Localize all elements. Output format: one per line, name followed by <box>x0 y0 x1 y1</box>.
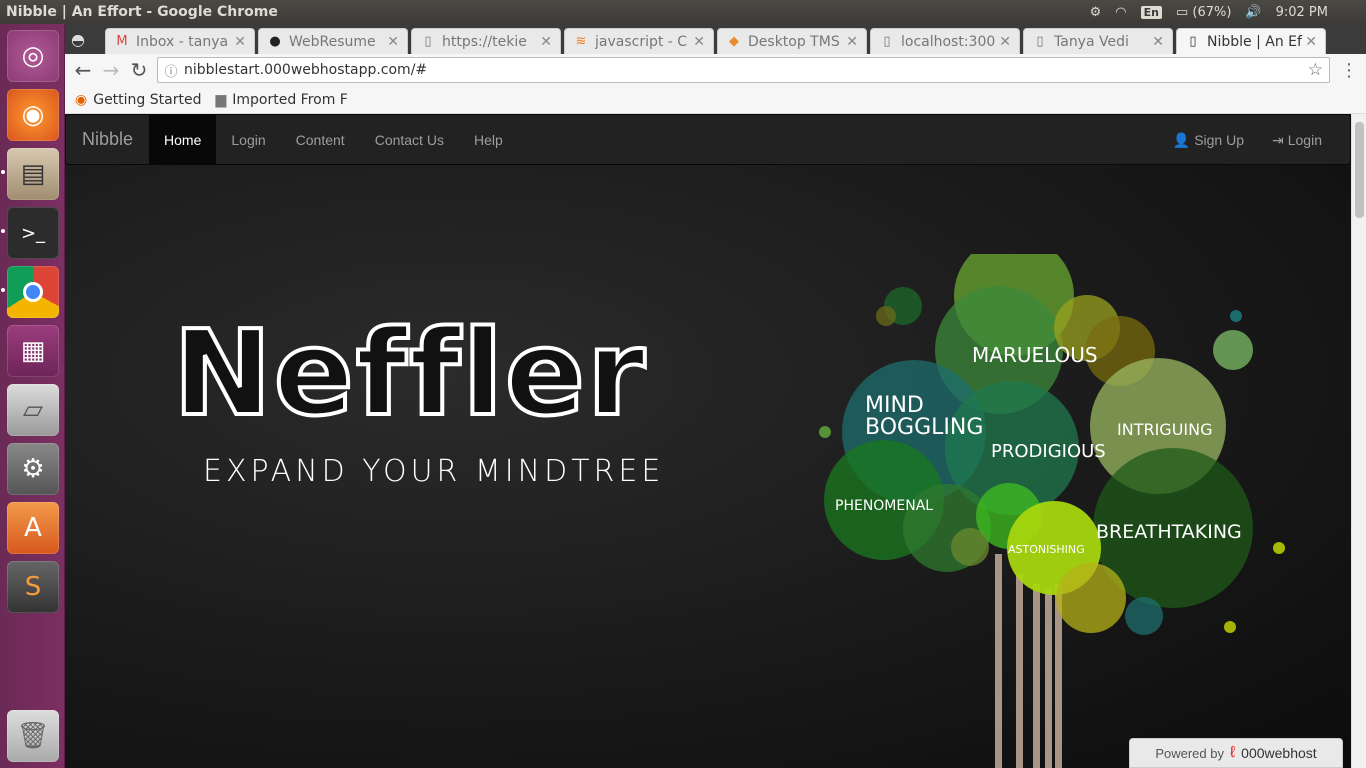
nav-content[interactable]: Content <box>281 115 360 165</box>
close-icon[interactable]: ✕ <box>234 34 246 50</box>
word-intriguing: INTRIGUING <box>1117 420 1213 439</box>
hero-title: Neffler <box>171 304 648 442</box>
close-icon[interactable]: ✕ <box>693 34 705 50</box>
nav-login[interactable]: Login <box>216 115 280 165</box>
clock[interactable]: 9:02 PM <box>1276 5 1328 20</box>
bookmark-star-icon[interactable]: ☆ <box>1308 60 1323 80</box>
chrome-menu-icon[interactable]: ⋮ <box>1340 60 1358 81</box>
running-indicator <box>1 288 5 292</box>
running-indicator <box>1 229 5 233</box>
powered-by-badge[interactable]: Powered by ℓ 000webhost <box>1129 738 1343 768</box>
scrollbar-thumb[interactable] <box>1355 122 1364 218</box>
address-bar[interactable]: ⓘ nibblestart.000webhostapp.com/# ☆ <box>157 57 1330 83</box>
github-icon: ● <box>269 34 281 49</box>
gmail-icon: M <box>116 34 128 49</box>
login-link[interactable]: ⇥ Login <box>1272 115 1322 165</box>
forward-arrow-icon[interactable]: → <box>97 58 125 82</box>
battery-indicator[interactable]: ▭ (67%) <box>1176 5 1231 20</box>
word-phenomenal: PHENOMENAL <box>835 498 933 514</box>
bookmark-label: Imported From F <box>232 91 348 108</box>
close-icon[interactable]: ✕ <box>846 34 858 50</box>
tab-strip: ◓ M Inbox - tanya ✕ ● WebResume ✕ ▯ http… <box>65 24 1366 54</box>
site-brand[interactable]: Nibble <box>66 129 149 150</box>
close-icon[interactable]: ✕ <box>1305 34 1317 50</box>
sign-up-label: Sign Up <box>1194 132 1244 148</box>
bookmark-label: Getting Started <box>93 91 202 108</box>
chrome-icon[interactable] <box>7 266 59 318</box>
battery-percentage: (67%) <box>1192 4 1232 20</box>
back-arrow-icon[interactable]: ← <box>69 58 97 82</box>
reload-icon[interactable]: ↻ <box>125 58 153 82</box>
battery-icon: ▭ <box>1175 4 1189 20</box>
bookmarks-bar: ◉ Getting Started ▆ Imported From F <box>65 86 1366 114</box>
nav-home[interactable]: Home <box>149 114 217 165</box>
running-indicator <box>1 170 5 174</box>
incognito-icon: ◓ <box>71 30 85 49</box>
info-icon[interactable]: ⓘ <box>158 61 184 80</box>
wifi-icon[interactable]: ◠ <box>1115 5 1126 20</box>
tab-localhost[interactable]: ▯ localhost:300 ✕ <box>870 28 1020 54</box>
tab-javascript[interactable]: ≋ javascript - C ✕ <box>564 28 714 54</box>
terminal-icon[interactable]: >_ <box>7 207 59 259</box>
window-title: Nibble | An Effort - Google Chrome <box>6 4 278 20</box>
settings-icon[interactable]: ⚙ <box>1090 5 1102 20</box>
url-text[interactable]: nibblestart.000webhostapp.com/# <box>184 62 427 78</box>
hero-subtitle: EXPAND YOUR MINDTREE <box>203 454 665 489</box>
firefox-icon[interactable]: ◉ <box>7 89 59 141</box>
folder-icon: ▆ <box>215 91 227 108</box>
software-center-icon[interactable]: A <box>7 502 59 554</box>
sign-up-link[interactable]: 👤 Sign Up <box>1173 115 1244 165</box>
disk-icon[interactable]: ▱ <box>7 384 59 436</box>
tab-gmail[interactable]: M Inbox - tanya ✕ <box>105 28 255 54</box>
system-top-bar: Nibble | An Effort - Google Chrome ⚙ ◠ E… <box>0 0 1366 24</box>
tab-tekie[interactable]: ▯ https://tekie ✕ <box>411 28 561 54</box>
tab-nibble-active[interactable]: ▯ Nibble | An Ef ✕ <box>1176 28 1326 54</box>
close-icon[interactable]: ✕ <box>1152 34 1164 50</box>
volume-icon[interactable]: 🔊 <box>1245 5 1261 20</box>
sublime-text-icon[interactable]: S <box>7 561 59 613</box>
bookmark-getting-started[interactable]: ◉ Getting Started <box>75 92 201 108</box>
web-page: Nibble Home Login Content Contact Us Hel… <box>65 114 1351 768</box>
tab-desktop-tms[interactable]: ◆ Desktop TMS ✕ <box>717 28 867 54</box>
nav-contact-us[interactable]: Contact Us <box>360 115 459 165</box>
workspace-switcher-icon[interactable]: ▦ <box>7 325 59 377</box>
nav-help[interactable]: Help <box>459 115 518 165</box>
system-settings-icon[interactable]: ⚙ <box>7 443 59 495</box>
page-icon: ▯ <box>883 34 891 49</box>
unity-launcher: ◎ ◉ ▤ >_ ▦ ▱ ⚙ A S 🗑 <box>0 24 65 768</box>
word-astonishing: ASTONISHING <box>1008 543 1085 556</box>
page-icon: ▯ <box>424 34 432 49</box>
powered-by-label: Powered by <box>1155 745 1224 761</box>
trash-icon[interactable]: 🗑 <box>7 710 59 762</box>
site-navbar: Nibble Home Login Content Contact Us Hel… <box>65 114 1351 165</box>
keyboard-layout-indicator[interactable]: En <box>1140 5 1162 19</box>
stackoverflow-icon: ≋ <box>575 34 587 49</box>
page-icon: ▯ <box>1036 34 1044 49</box>
login-icon: ⇥ <box>1272 131 1284 148</box>
tab-webresume[interactable]: ● WebResume ✕ <box>258 28 408 54</box>
close-icon[interactable]: ✕ <box>540 34 552 50</box>
word-boggling: BOGGLING <box>865 415 983 440</box>
tab-tanya-vedi[interactable]: ▯ Tanya Vedi ✕ <box>1023 28 1173 54</box>
webhost-logo-icon: ℓ <box>1229 744 1236 761</box>
word-maruelous: MARUELOUS <box>972 343 1098 367</box>
word-prodigious: PRODIGIOUS <box>991 441 1106 462</box>
ubuntu-dash-icon[interactable]: ◎ <box>7 30 59 82</box>
login-label: Login <box>1287 132 1322 148</box>
close-icon[interactable]: ✕ <box>999 34 1011 50</box>
page-scrollbar[interactable] <box>1351 114 1366 768</box>
close-icon[interactable]: ✕ <box>387 34 399 50</box>
powered-host-label: 000webhost <box>1241 745 1317 761</box>
word-breathtaking: BREATHTAKING <box>1096 521 1242 543</box>
user-icon: 👤 <box>1172 131 1191 148</box>
files-icon[interactable]: ▤ <box>7 148 59 200</box>
firefox-icon: ◉ <box>75 91 88 108</box>
app-icon: ◆ <box>729 34 739 49</box>
bookmark-folder-imported[interactable]: ▆ Imported From F <box>215 92 347 108</box>
mindtree-illustration: MARUELOUS MIND BOGGLING PRODIGIOUS INTRI… <box>819 254 1285 768</box>
toolbar: ← → ↻ ⓘ nibblestart.000webhostapp.com/# … <box>65 54 1366 86</box>
browser-window: ◓ M Inbox - tanya ✕ ● WebResume ✕ ▯ http… <box>65 24 1366 768</box>
page-icon: ▯ <box>1189 34 1197 49</box>
